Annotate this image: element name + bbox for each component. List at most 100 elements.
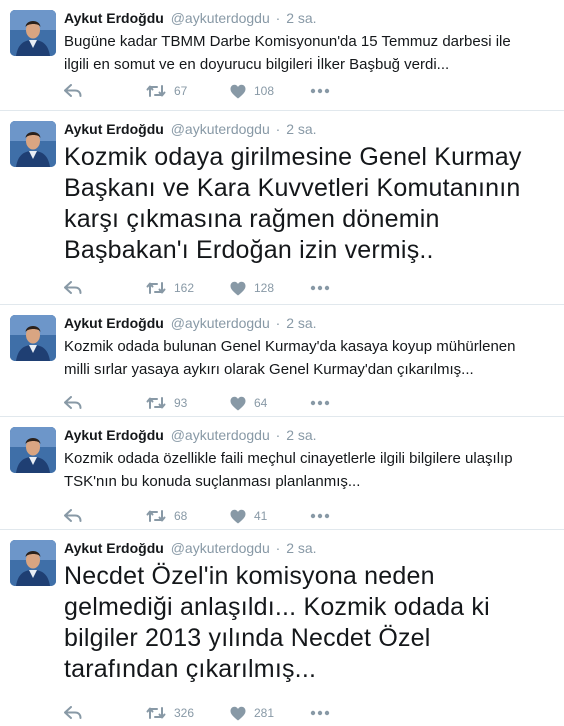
retweet-button[interactable]: 93 (146, 396, 230, 410)
timestamp[interactable]: 2 sa. (286, 10, 316, 26)
reply-icon (64, 281, 82, 295)
tweet-text-line: milli sırlar yasaya aykırı olarak Genel … (64, 361, 474, 378)
reply-button[interactable] (64, 509, 146, 523)
tweet-text: Bugüne kadar TBMM Darbe Komisyonun'da 15… (64, 30, 554, 76)
retweet-count: 68 (174, 509, 188, 523)
like-count: 108 (254, 84, 275, 98)
retweet-count: 162 (174, 281, 195, 295)
reply-icon (64, 396, 82, 410)
more-button[interactable] (310, 513, 334, 519)
heart-icon (230, 281, 246, 296)
more-icon (310, 710, 330, 716)
tweet-actions: 68 41 (64, 507, 334, 525)
separator-dot: · (275, 427, 281, 443)
more-icon (310, 400, 330, 406)
heart-icon (230, 509, 246, 524)
more-button[interactable] (310, 285, 334, 291)
tweet-text: Kozmik odaya girilmesine Genel Kurmay Ba… (64, 142, 554, 266)
retweet-icon (146, 84, 166, 98)
author-name[interactable]: Aykut Erdoğdu (64, 10, 164, 26)
timestamp[interactable]: 2 sa. (286, 315, 316, 331)
more-icon (310, 88, 330, 94)
tweet-text-line: bilgiler 2013 yılında Necdet Özel (64, 624, 431, 652)
tweet[interactable]: Aykut Erdoğdu @aykuterdogdu · 2 sa. Kozm… (0, 111, 564, 305)
tweet-text-line: Necdet Özel'in komisyona neden (64, 562, 435, 590)
author-name[interactable]: Aykut Erdoğdu (64, 427, 164, 443)
avatar[interactable] (10, 427, 56, 473)
tweet-header: Aykut Erdoğdu @aykuterdogdu · 2 sa. (64, 426, 317, 444)
tweet-actions: 326 281 (64, 704, 334, 722)
tweet-text: Kozmik odada bulunan Genel Kurmay'da kas… (64, 335, 554, 381)
retweet-icon (146, 281, 166, 295)
avatar[interactable] (10, 121, 56, 167)
retweet-button[interactable]: 326 (146, 706, 230, 720)
tweet-actions: 162 128 (64, 279, 334, 297)
like-button[interactable]: 128 (230, 281, 310, 296)
tweet[interactable]: Aykut Erdoğdu @aykuterdogdu · 2 sa. Kozm… (0, 417, 564, 530)
like-count: 281 (254, 706, 275, 720)
like-count: 64 (254, 396, 268, 410)
tweet-text-line: Başbakan'ı Erdoğan izin vermiş.. (64, 236, 434, 264)
reply-button[interactable] (64, 281, 146, 295)
retweet-icon (146, 396, 166, 410)
tweet-text-line: Bugüne kadar TBMM Darbe Komisyonun'da 15… (64, 33, 511, 50)
like-button[interactable]: 64 (230, 396, 310, 411)
avatar[interactable] (10, 315, 56, 361)
tweet-timeline: Aykut Erdoğdu @aykuterdogdu · 2 sa. Bugü… (0, 0, 564, 726)
tweet-text-line: ilgili en somut ve en doyurucu bilgileri… (64, 56, 450, 73)
reply-icon (64, 706, 82, 720)
author-handle[interactable]: @aykuterdogdu (171, 121, 270, 137)
reply-button[interactable] (64, 706, 146, 720)
author-handle[interactable]: @aykuterdogdu (171, 427, 270, 443)
more-button[interactable] (310, 710, 334, 716)
author-handle[interactable]: @aykuterdogdu (171, 10, 270, 26)
separator-dot: · (275, 10, 281, 26)
tweet-text-line: Başkanı ve Kara Kuvvetleri Komutanının (64, 174, 521, 202)
avatar-photo (10, 315, 56, 361)
avatar[interactable] (10, 540, 56, 586)
like-button[interactable]: 281 (230, 706, 310, 721)
like-count: 41 (254, 509, 268, 523)
retweet-count: 93 (174, 396, 188, 410)
separator-dot: · (275, 540, 281, 556)
author-name[interactable]: Aykut Erdoğdu (64, 540, 164, 556)
author-handle[interactable]: @aykuterdogdu (171, 540, 270, 556)
author-handle[interactable]: @aykuterdogdu (171, 315, 270, 331)
timestamp[interactable]: 2 sa. (286, 540, 316, 556)
tweet-header: Aykut Erdoğdu @aykuterdogdu · 2 sa. (64, 314, 317, 332)
timestamp[interactable]: 2 sa. (286, 121, 316, 137)
more-icon (310, 513, 330, 519)
timestamp[interactable]: 2 sa. (286, 427, 316, 443)
tweet[interactable]: Aykut Erdoğdu @aykuterdogdu · 2 sa. Bugü… (0, 0, 564, 111)
tweet[interactable]: Aykut Erdoğdu @aykuterdogdu · 2 sa. Necd… (0, 530, 564, 726)
more-button[interactable] (310, 88, 334, 94)
like-button[interactable]: 41 (230, 509, 310, 524)
tweet-text-line: Kozmik odaya girilmesine Genel Kurmay (64, 143, 522, 171)
retweet-count: 326 (174, 706, 195, 720)
retweet-button[interactable]: 67 (146, 84, 230, 98)
tweet[interactable]: Aykut Erdoğdu @aykuterdogdu · 2 sa. Kozm… (0, 305, 564, 417)
reply-button[interactable] (64, 84, 146, 98)
tweet-header: Aykut Erdoğdu @aykuterdogdu · 2 sa. (64, 120, 317, 138)
author-name[interactable]: Aykut Erdoğdu (64, 315, 164, 331)
author-name[interactable]: Aykut Erdoğdu (64, 121, 164, 137)
separator-dot: · (275, 315, 281, 331)
retweet-icon (146, 706, 166, 720)
tweet-header: Aykut Erdoğdu @aykuterdogdu · 2 sa. (64, 539, 317, 557)
avatar[interactable] (10, 10, 56, 56)
retweet-button[interactable]: 162 (146, 281, 230, 295)
like-button[interactable]: 108 (230, 84, 310, 99)
heart-icon (230, 396, 246, 411)
heart-icon (230, 706, 246, 721)
retweet-button[interactable]: 68 (146, 509, 230, 523)
retweet-icon (146, 509, 166, 523)
tweet-text-line: tarafından çıkarılmış... (64, 655, 317, 683)
reply-icon (64, 84, 82, 98)
more-button[interactable] (310, 400, 334, 406)
tweet-text-line: karşı çıkmasına rağmen dönemin (64, 205, 440, 233)
reply-button[interactable] (64, 396, 146, 410)
tweet-text: Necdet Özel'in komisyona neden gelmediği… (64, 561, 554, 685)
retweet-count: 67 (174, 84, 188, 98)
tweet-text-line: TSK'nın bu konuda suçlanması planlanmış.… (64, 473, 361, 490)
like-count: 128 (254, 281, 275, 295)
